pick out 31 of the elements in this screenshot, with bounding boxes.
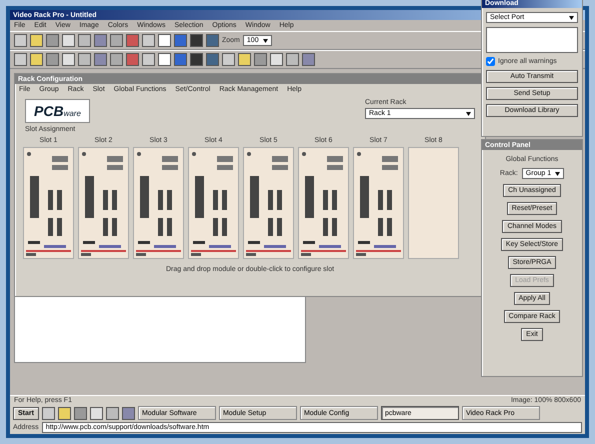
toolbar-icon[interactable] [110,53,123,66]
quick-launch-icon[interactable] [58,406,71,420]
toolbar-icon[interactable] [110,34,123,47]
caret-icon [569,16,574,20]
quick-launch-icon[interactable] [42,406,55,420]
quick-launch-icon[interactable] [74,406,87,420]
caret-icon [555,172,560,176]
toolbar-icon[interactable] [62,53,75,66]
toolbar-icon[interactable] [286,53,299,66]
toolbar-icon[interactable] [270,53,283,66]
toolbar-icon[interactable] [158,34,171,47]
checkbox[interactable] [486,57,495,66]
toolbar-icon[interactable] [30,53,43,66]
toolbar-icon[interactable] [14,34,27,47]
toolbar-icon[interactable] [238,53,251,66]
quick-launch-icon[interactable] [122,406,135,420]
toolbar-icon[interactable] [142,53,155,66]
toolbar-icon[interactable] [30,34,43,47]
toolbar-icon[interactable] [222,53,235,66]
toolbar-icon[interactable] [62,34,75,47]
toolbar-icon[interactable] [78,53,91,66]
toolbar-icon[interactable] [78,34,91,47]
quick-launch-icon[interactable] [106,406,119,420]
quick-launch-icon[interactable] [90,406,103,420]
toolbar-icon[interactable] [158,53,171,66]
logo: PCBware [25,99,90,123]
toolbar-icon[interactable] [142,34,155,47]
list-box[interactable] [486,27,578,53]
toolbar-icon[interactable] [14,53,27,66]
caret-icon [262,38,268,42]
caret-icon [466,112,471,116]
